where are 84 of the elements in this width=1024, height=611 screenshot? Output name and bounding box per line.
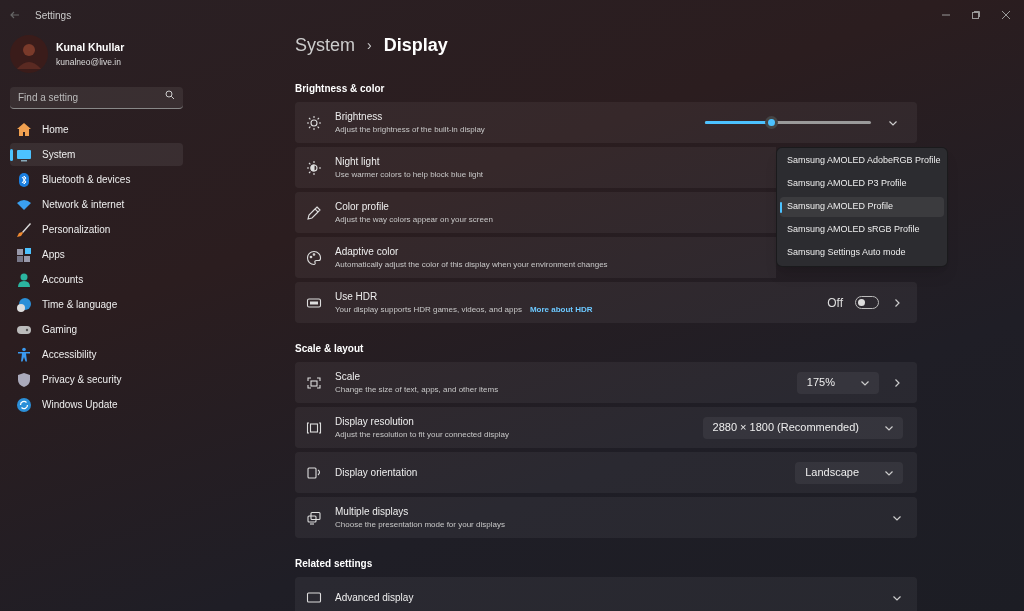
bluetooth-icon (16, 171, 32, 188)
setting-title: Advanced display (335, 591, 414, 605)
search-icon (165, 90, 175, 100)
section-heading: Scale & layout (295, 342, 365, 356)
setting-description: Your display supports HDR games, videos, and apps (335, 304, 522, 316)
nav-item[interactable]: System (10, 143, 183, 166)
section-heading: Brightness & color (295, 82, 386, 96)
person-icon (16, 271, 32, 288)
setting-card[interactable]: Night light Use warmer colors to help block blue light (295, 147, 776, 188)
nav-item[interactable]: Accounts (10, 268, 183, 291)
menu-item[interactable]: Samsung AMOLED AdobeRGB Profile (780, 151, 944, 171)
setting-description: Adjust the brightness of the built-in display (335, 124, 485, 136)
setting-title: Brightness (335, 110, 383, 124)
setting-card[interactable]: Display resolution Adjust the resolution to fit your connected display 2880 × 1800 (Recommended) (295, 407, 917, 448)
page-title: Display (383, 34, 448, 57)
back-arrow-icon[interactable] (9, 9, 21, 21)
window-title: Settings (35, 8, 72, 23)
globe-clock-icon (16, 296, 32, 313)
setting-description: Adjust the resolution to fit your connected display (335, 429, 509, 441)
breadcrumb-parent[interactable]: System (295, 32, 355, 59)
apps-icon (16, 246, 32, 263)
setting-title: Adaptive color (335, 245, 399, 259)
setting-title: Display orientation (335, 466, 418, 480)
shield-icon (16, 371, 32, 388)
nav-item[interactable]: Privacy & security (10, 368, 183, 391)
setting-title: Scale (335, 370, 360, 384)
toggle-state-label: Off (827, 294, 843, 312)
dropdown[interactable]: 175% (796, 371, 879, 394)
setting-title: Color profile (335, 200, 389, 214)
minimize-icon[interactable] (942, 11, 950, 19)
setting-title: Use HDR (335, 290, 378, 304)
setting-card[interactable]: Multiple displays Choose the presentation mode for your displays (295, 497, 917, 538)
dropdown[interactable]: 2880 × 1800 (Recommended) (702, 416, 903, 439)
menu-item[interactable]: Samsung AMOLED Profile (780, 197, 944, 217)
nav-item[interactable]: Home (10, 118, 183, 141)
sun-icon (306, 114, 322, 131)
setting-card[interactable]: Use HDR Your display supports HDR games, videos, and apps More about HDR Off (295, 282, 917, 323)
setting-description: Use warmer colors to help block blue light (335, 169, 484, 181)
nav-item[interactable]: Windows Update (10, 393, 183, 416)
orientation-icon (306, 464, 322, 481)
house-icon (16, 121, 32, 138)
accessibility-icon (16, 346, 32, 363)
update-icon (16, 396, 32, 413)
breadcrumb-separator: › (367, 36, 372, 55)
nav-item[interactable]: Bluetooth & devices (10, 168, 183, 191)
more-about-link[interactable]: More about HDR (529, 304, 593, 316)
nav-item[interactable]: Personalization (10, 218, 183, 241)
scale-icon (306, 374, 322, 391)
nav-item[interactable]: Accessibility (10, 343, 183, 366)
setting-card[interactable]: Adaptive color Automatically adjust the color of this display when your environment changes (295, 237, 776, 278)
setting-card[interactable]: Brightness Adjust the brightness of the built-in display (295, 102, 917, 143)
setting-description: Adjust the way colors appear on your screen (335, 214, 493, 226)
setting-description: Change the size of text, apps, and other items (335, 384, 499, 396)
section-heading: Related settings (295, 557, 374, 571)
profile-name: Kunal Khullar (56, 39, 125, 55)
brightness-slider[interactable] (705, 114, 871, 131)
setting-title: Display resolution (335, 415, 414, 429)
nav-item[interactable]: Time & language (10, 293, 183, 316)
setting-description: Choose the presentation mode for your displays (335, 519, 505, 531)
setting-title: Night light (335, 155, 380, 169)
dropdown[interactable]: Landscape (795, 461, 903, 484)
brush-icon (16, 221, 32, 238)
nav-item[interactable]: Gaming (10, 318, 183, 341)
palette-icon (306, 249, 322, 266)
setting-description: Automatically adjust the color of this display when your environment changes (335, 259, 608, 271)
setting-title: Multiple displays (335, 505, 409, 519)
menu-item[interactable]: Samsung AMOLED P3 Profile (780, 174, 944, 194)
setting-card[interactable]: Advanced display (295, 577, 917, 611)
half-sun-icon (306, 159, 322, 176)
nav-item[interactable]: Network & internet (10, 193, 183, 216)
multiple-displays-icon (306, 509, 322, 526)
close-icon[interactable] (1002, 11, 1010, 19)
setting-card[interactable]: Display orientation Landscape (295, 452, 917, 493)
restore-icon[interactable] (972, 11, 980, 19)
menu-item[interactable]: Samsung AMOLED sRGB Profile (780, 220, 944, 240)
eyedropper-icon (306, 204, 322, 221)
profile-email: kunalneo@live.in (56, 55, 122, 69)
setting-card[interactable]: Scale Change the size of text, apps, and other items 175% (295, 362, 917, 403)
resolution-icon (306, 419, 322, 436)
setting-card[interactable]: Color profile Adjust the way colors appear on your screen (295, 192, 776, 233)
nav-item[interactable]: Apps (10, 243, 183, 266)
avatar (10, 35, 48, 73)
menu-item[interactable]: Samsung Settings Auto mode (780, 243, 944, 263)
monitor-icon (306, 589, 322, 606)
